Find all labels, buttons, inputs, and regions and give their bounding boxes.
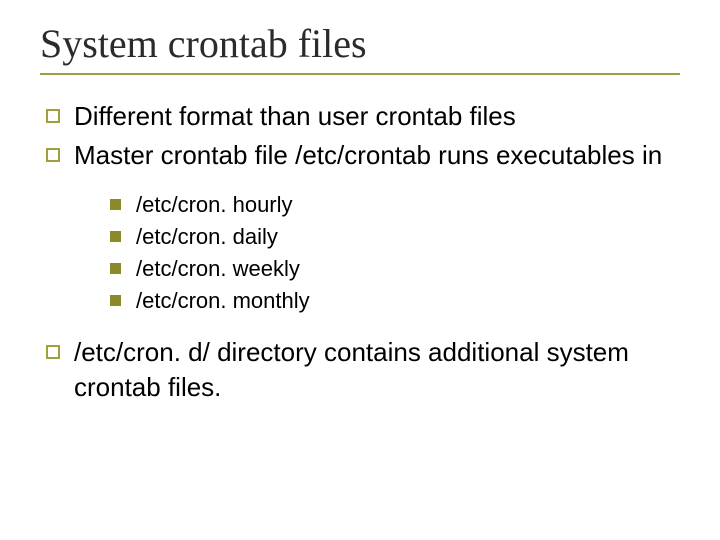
sub-bullet-item: /etc/cron. daily xyxy=(110,221,680,253)
sub-bullet-item: /etc/cron. weekly xyxy=(110,253,680,285)
sub-bullet-list: /etc/cron. hourly /etc/cron. daily /etc/… xyxy=(110,189,680,317)
title-underline xyxy=(40,73,680,75)
sub-bullet-item: /etc/cron. hourly xyxy=(110,189,680,221)
bullet-item: Master crontab file /etc/crontab runs ex… xyxy=(40,138,680,173)
slide: System crontab files Different format th… xyxy=(0,0,720,540)
bullet-item: /etc/cron. d/ directory contains additio… xyxy=(40,335,680,405)
bullet-list-2: /etc/cron. d/ directory contains additio… xyxy=(40,335,680,405)
bullet-item: Different format than user crontab files xyxy=(40,99,680,134)
slide-title: System crontab files xyxy=(40,20,680,67)
bullet-list-1: Different format than user crontab files… xyxy=(40,99,680,173)
sub-bullet-item: /etc/cron. monthly xyxy=(110,285,680,317)
